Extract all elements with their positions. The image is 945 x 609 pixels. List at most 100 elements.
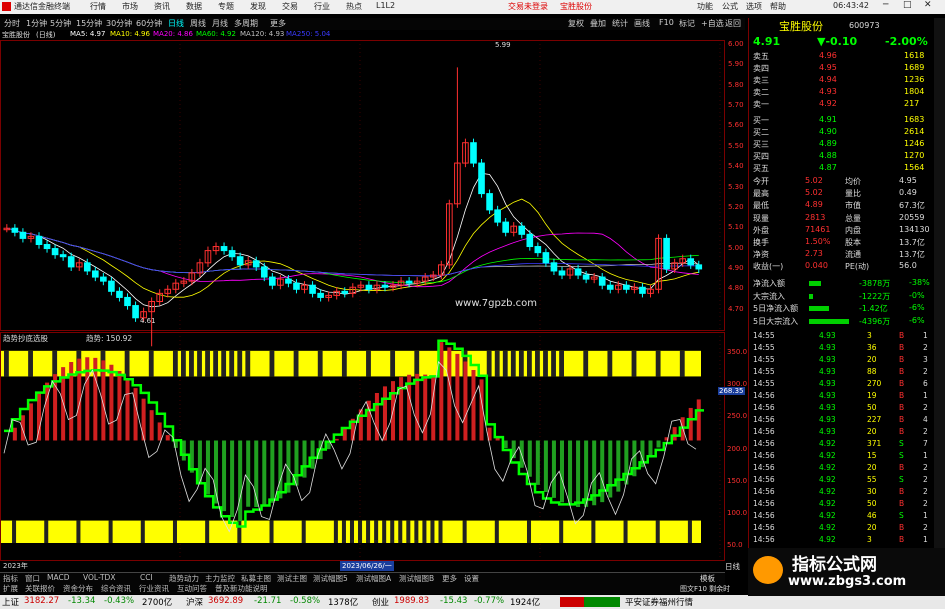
extension-tab[interactable]: 行业资讯 bbox=[139, 583, 169, 594]
cy-index: 1989.83 bbox=[394, 596, 430, 606]
bid-row[interactable]: 买二 4.90 2614 bbox=[749, 127, 934, 139]
bid-row[interactable]: 买四 4.88 1270 bbox=[749, 151, 934, 163]
menu-discover[interactable]: 发现 bbox=[250, 1, 266, 12]
trade-row: 14:56 4.93 50 B 2 bbox=[749, 403, 934, 414]
band-stripe bbox=[535, 350, 540, 377]
trade-ticks: 14:55 4.93 3 B 1 14:55 4.93 36 B 2 14:55 4.93 20 B 3 14… bbox=[749, 331, 945, 551]
candle-body bbox=[574, 268, 582, 276]
toolbar-stats[interactable]: 统计 bbox=[612, 18, 628, 29]
extension-tab[interactable]: 关联报价 bbox=[25, 583, 55, 594]
quote-label: 收益(一) bbox=[753, 262, 784, 272]
indicator-tab[interactable]: CCI bbox=[140, 573, 153, 582]
period-tab[interactable]: 15分钟 bbox=[76, 18, 102, 29]
quote-row: 今开 5.02 均价 4.95 bbox=[749, 176, 934, 188]
minimize-icon[interactable]: ─ bbox=[883, 0, 888, 10]
trade-row: 14:55 4.93 20 B 3 bbox=[749, 355, 934, 366]
period-tab-active[interactable]: 日线 bbox=[168, 18, 184, 29]
period-tab[interactable]: 30分钟 bbox=[106, 18, 132, 29]
side-tab-template[interactable]: 模板 bbox=[700, 573, 715, 584]
period-tab[interactable]: 1分钟 bbox=[26, 18, 47, 29]
menu-topic[interactable]: 专题 bbox=[218, 1, 234, 12]
band-stripe bbox=[349, 520, 354, 543]
flow-value: -1.42亿 bbox=[859, 304, 888, 313]
ask-row[interactable]: 卖五 4.96 1618 bbox=[749, 51, 934, 63]
period-tab[interactable]: 5分钟 bbox=[50, 18, 71, 29]
trade-volume: 50 bbox=[867, 499, 877, 508]
toolbar-add-watchlist[interactable]: +自选 bbox=[701, 18, 724, 29]
quote-value: 0.49 bbox=[899, 188, 917, 198]
toolbar-back[interactable]: 返回 bbox=[725, 18, 741, 29]
ma5-label: MA5: 4.97 bbox=[70, 30, 106, 38]
ma250-label: MA250: 5.04 bbox=[286, 30, 331, 38]
toolbar-f10[interactable]: F10 bbox=[659, 18, 674, 27]
trade-time: 14:55 bbox=[753, 379, 775, 388]
indicator-tab[interactable]: MACD bbox=[47, 573, 69, 582]
trade-side: B bbox=[899, 391, 905, 400]
trade-row: 14:55 4.93 36 B 2 bbox=[749, 343, 934, 354]
extension-tab[interactable]: 综合资讯 bbox=[101, 583, 131, 594]
menu-data[interactable]: 数据 bbox=[186, 1, 202, 12]
candle-body bbox=[663, 237, 670, 270]
extension-tab[interactable]: 普及新功能说明 bbox=[215, 583, 268, 594]
menu-hot[interactable]: 热点 bbox=[346, 1, 362, 12]
flow-row: 5日大宗流入 -4396万 -6% bbox=[749, 316, 934, 328]
extension-tab[interactable]: 资金分布 bbox=[63, 583, 93, 594]
trade-login-status[interactable]: 交易未登录 bbox=[508, 1, 548, 12]
ask-row[interactable]: 卖四 4.95 1689 bbox=[749, 63, 934, 75]
menu-news[interactable]: 资讯 bbox=[154, 1, 170, 12]
flow-value: -4396万 bbox=[859, 316, 891, 326]
status-bar: 上证 3182.27 -13.34 -0.43% 2700亿 沪深 3692.8… bbox=[0, 595, 945, 609]
quote-label: 股本 bbox=[845, 238, 861, 247]
indicator-tab[interactable]: VOL-TDX bbox=[83, 573, 115, 582]
bid-row[interactable]: 买五 4.87 1564 bbox=[749, 163, 934, 175]
ask-row[interactable]: 卖三 4.94 1236 bbox=[749, 75, 934, 87]
menu-market[interactable]: 市场 bbox=[122, 1, 138, 12]
stock-tag[interactable]: 宝胜股份 bbox=[560, 1, 592, 12]
date-label-left: 2023年 bbox=[3, 562, 28, 570]
side-tab-daily[interactable]: 日线 bbox=[725, 561, 740, 572]
menu-industry[interactable]: 行业 bbox=[314, 1, 330, 12]
extension-tab[interactable]: 互动问答 bbox=[177, 583, 207, 594]
candle-body bbox=[550, 262, 558, 272]
trade-side: S bbox=[899, 511, 904, 520]
toolbar-draw[interactable]: 画线 bbox=[634, 18, 650, 29]
extension-tab[interactable]: 扩展 bbox=[3, 583, 18, 594]
menu-trade[interactable]: 交易 bbox=[282, 1, 298, 12]
band-stripe bbox=[52, 350, 58, 377]
ask-row[interactable]: 卖一 4.92 217 bbox=[749, 99, 934, 111]
band-stripe bbox=[687, 520, 692, 543]
trade-count: 2 bbox=[923, 427, 928, 436]
candle-body bbox=[695, 264, 703, 270]
ma120-label: MA120: 4.93 bbox=[240, 30, 285, 38]
band-stripe bbox=[510, 350, 516, 377]
order-price: 4.94 bbox=[819, 75, 837, 84]
period-tab[interactable]: 多周期 bbox=[234, 18, 258, 29]
menu-options[interactable]: 选项 bbox=[746, 1, 762, 12]
period-tab[interactable]: 60分钟 bbox=[136, 18, 162, 29]
toolbar-mark[interactable]: 标记 bbox=[679, 18, 695, 29]
toolbar-fuquan[interactable]: 复权 bbox=[568, 18, 584, 29]
maximize-icon[interactable]: □ bbox=[903, 0, 912, 10]
band-stripe bbox=[237, 350, 243, 377]
menu-quotes[interactable]: 行情 bbox=[90, 1, 106, 12]
candle-body bbox=[470, 142, 477, 164]
menu-l1l2[interactable]: L1L2 bbox=[376, 1, 395, 10]
trade-side: B bbox=[899, 487, 905, 496]
menu-formula[interactable]: 公式 bbox=[722, 1, 738, 12]
period-tab[interactable]: 更多 bbox=[270, 18, 286, 29]
bid-row[interactable]: 买一 4.91 1683 bbox=[749, 115, 934, 127]
price-tick: 6.00 bbox=[728, 40, 744, 48]
band-stripe bbox=[197, 350, 202, 377]
quote-value: 2813 bbox=[805, 212, 826, 222]
menu-function[interactable]: 功能 bbox=[697, 1, 713, 12]
toolbar-overlay[interactable]: 叠加 bbox=[590, 18, 606, 29]
chart-area[interactable] bbox=[0, 40, 748, 590]
close-icon[interactable]: ✕ bbox=[924, 0, 932, 10]
period-tab[interactable]: 月线 bbox=[212, 18, 228, 29]
period-tab[interactable]: 分时 bbox=[4, 18, 20, 29]
ask-row[interactable]: 卖二 4.93 1804 bbox=[749, 87, 934, 99]
bid-row[interactable]: 买三 4.89 1246 bbox=[749, 139, 934, 151]
menu-help[interactable]: 帮助 bbox=[770, 1, 786, 12]
period-tab[interactable]: 周线 bbox=[190, 18, 206, 29]
order-level-label: 卖三 bbox=[753, 76, 769, 85]
